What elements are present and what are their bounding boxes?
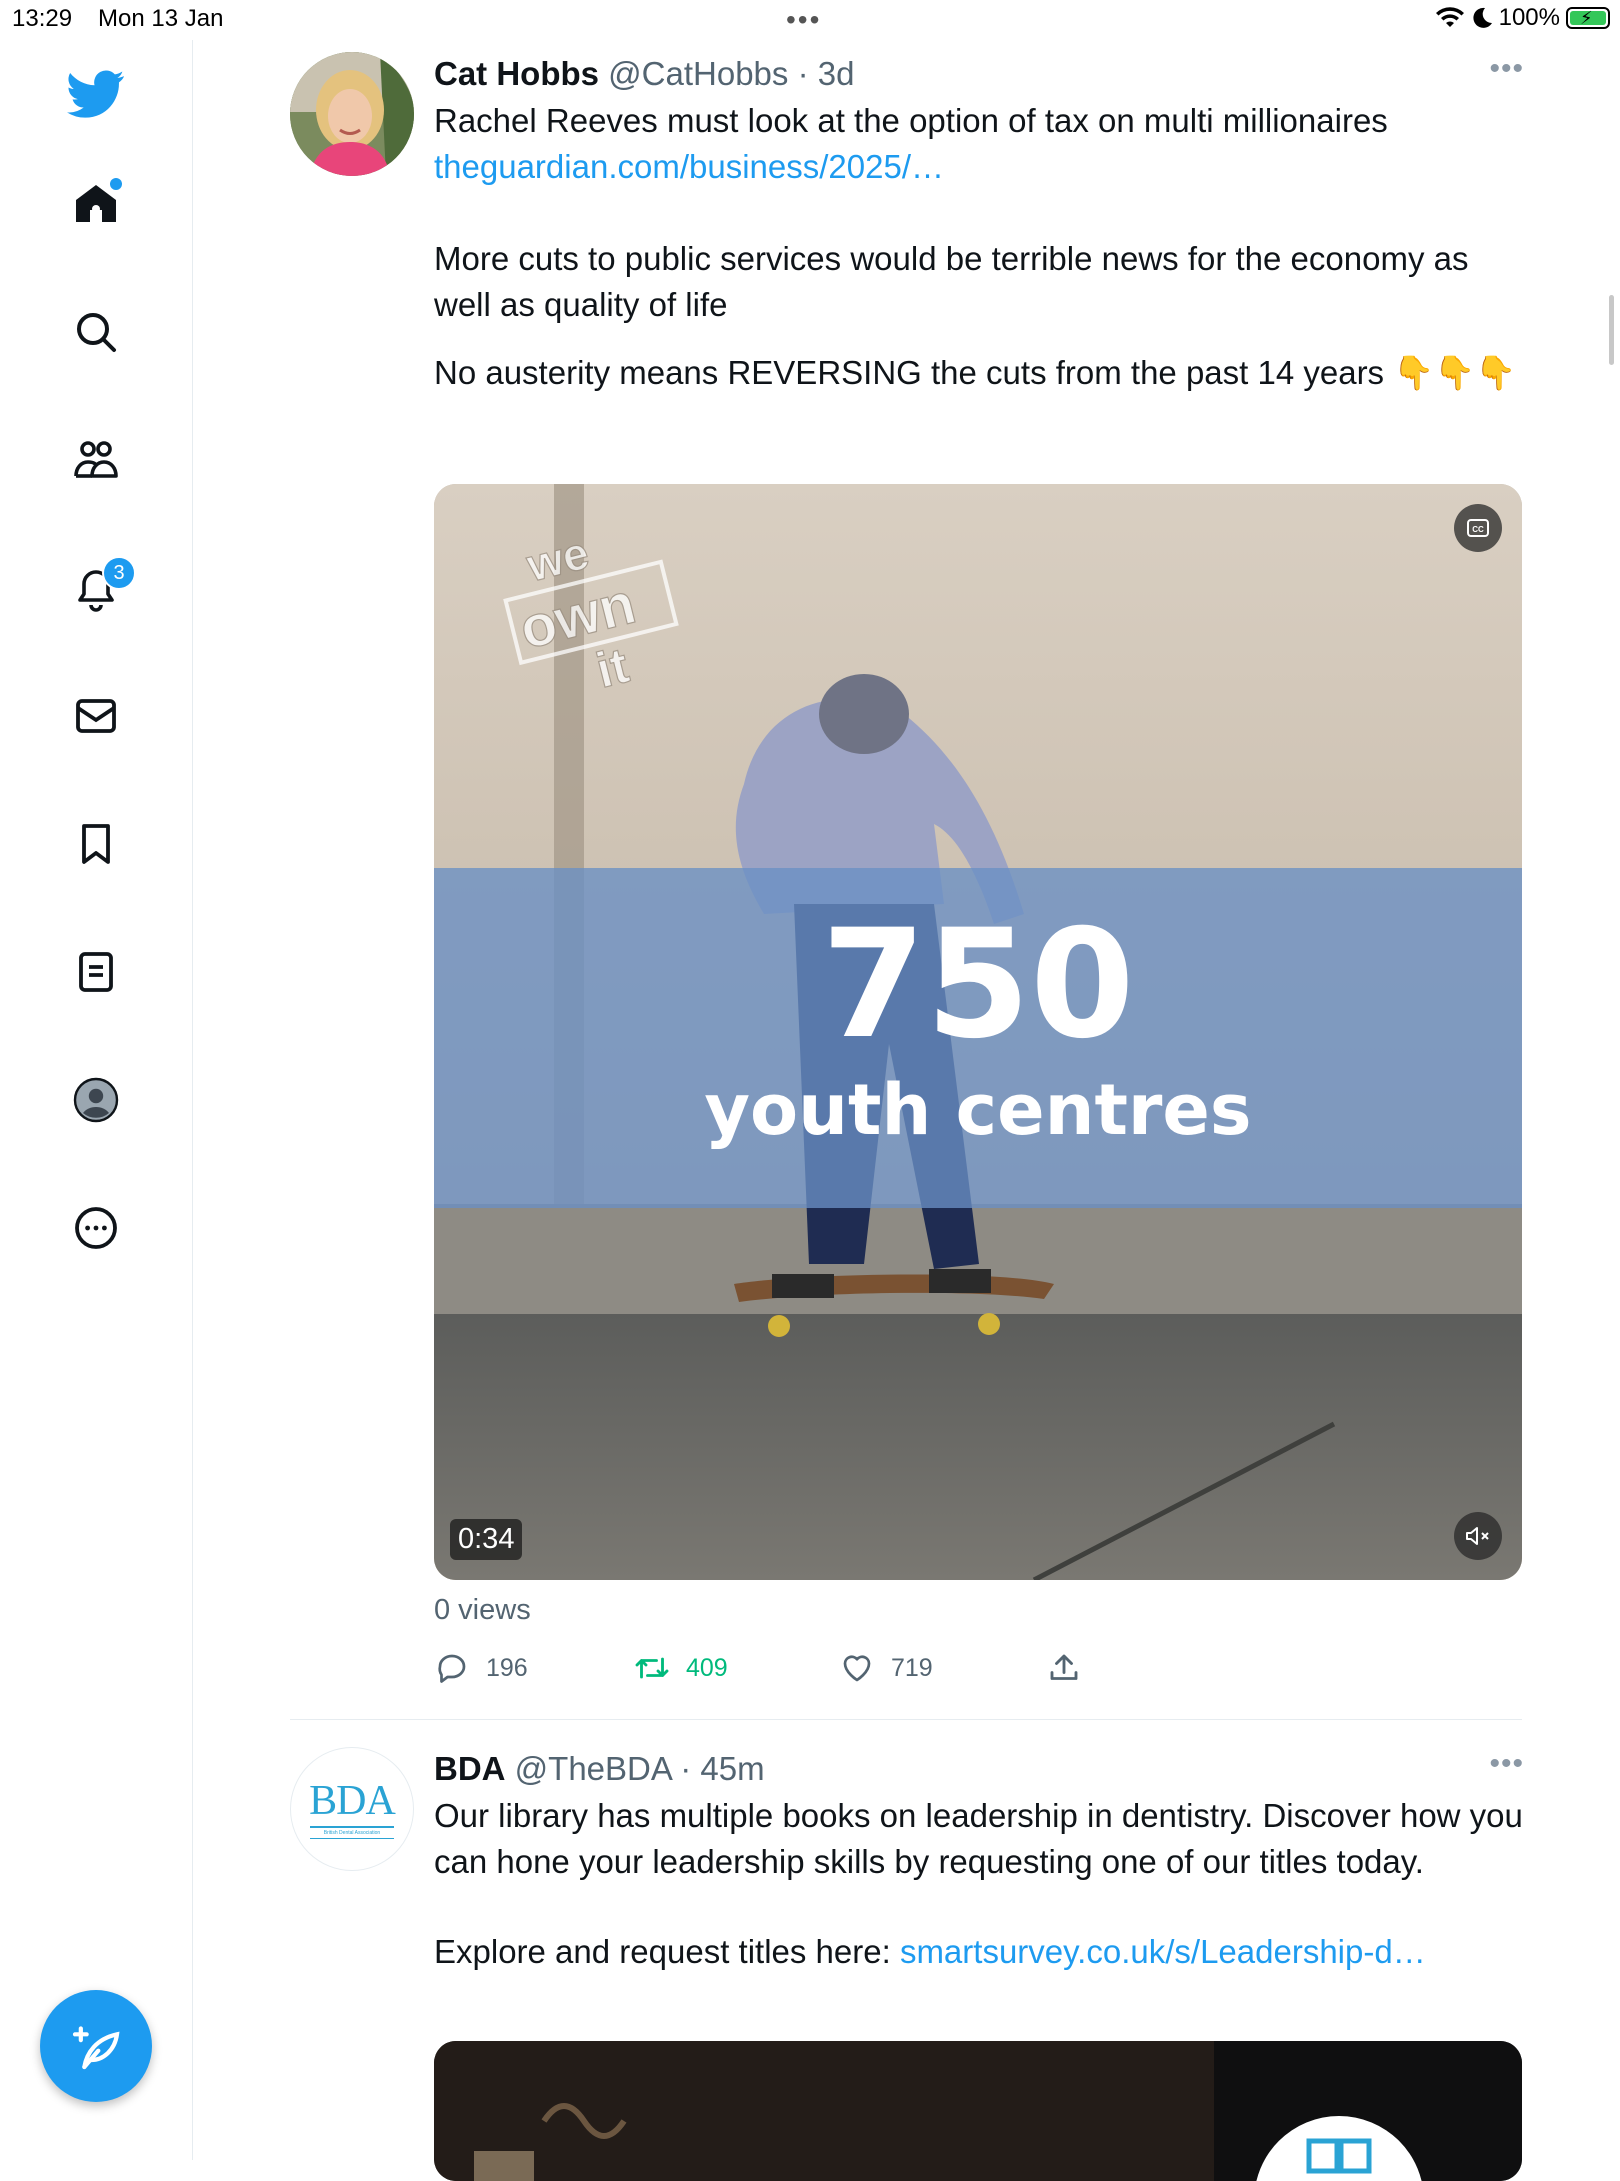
more-circle-icon (75, 1207, 117, 1249)
author-name[interactable]: BDA (434, 1750, 506, 1787)
retweet-icon (635, 1657, 669, 1679)
tweet-cat-hobbs[interactable]: Cat Hobbs @CatHobbs · 3d ••• Rachel Reev… (290, 52, 1524, 1712)
people-icon (74, 441, 118, 478)
status-right: 100% ⚡ (1435, 4, 1610, 32)
like-button[interactable]: 719 (839, 1650, 933, 1686)
status-time: 13:29 (12, 5, 73, 32)
retweet-button[interactable]: 409 (634, 1650, 728, 1686)
pointing-down-emoji-icon: 👇👇👇 (1393, 354, 1517, 391)
tweet-header: Cat Hobbs @CatHobbs · 3d (434, 52, 1524, 96)
avatar-cat-hobbs[interactable] (290, 52, 414, 176)
closed-caption-icon[interactable]: CC (1454, 504, 1502, 552)
tweet-content: BDA @TheBDA · 45m ••• Our library has mu… (434, 1747, 1524, 2181)
tweet-text-line1: Rachel Reeves must look at the option of… (434, 102, 1388, 139)
bda-logo-text: BDA (309, 1777, 396, 1824)
sidebar-item-lists[interactable] (70, 946, 122, 998)
image-preview-frame (434, 2041, 1522, 2181)
like-count: 719 (891, 1653, 933, 1682)
share-button[interactable] (1046, 1650, 1082, 1686)
tweet-link[interactable]: theguardian.com/business/2025/… (434, 144, 1524, 190)
retweet-count: 409 (686, 1653, 728, 1682)
avatar-bda[interactable]: BDA British Dental Association (290, 1747, 414, 1871)
sidebar-item-messages[interactable] (70, 690, 122, 742)
compose-feather-icon (72, 2026, 120, 2070)
list-icon (79, 952, 113, 992)
reply-count: 196 (486, 1653, 528, 1682)
tweet-time[interactable]: · 45m (680, 1750, 764, 1787)
author-handle[interactable]: @TheBDA (515, 1750, 671, 1787)
status-bar: 13:29 Mon 13 Jan ••• 100% ⚡ (0, 0, 1620, 40)
sidebar-item-home[interactable] (70, 178, 122, 230)
tweet-text: Our library has multiple books on leader… (434, 1797, 1523, 1880)
tweet-content: Cat Hobbs @CatHobbs · 3d ••• Rachel Reev… (434, 52, 1524, 1683)
sidebar: 3 (0, 40, 193, 2160)
tweet-divider (290, 1719, 1522, 1720)
battery-icon: ⚡ (1566, 7, 1610, 29)
muted-speaker-icon[interactable] (1454, 1512, 1502, 1560)
video-frame: we own it 750 youth centres (434, 484, 1522, 1580)
video-duration: 0:34 (450, 1519, 523, 1560)
tweet-time[interactable]: · 3d (798, 55, 855, 92)
more-options-icon[interactable]: ••• (1489, 52, 1524, 86)
tweet-text: Rachel Reeves must look at the option of… (434, 98, 1524, 396)
tweet-paragraph3: No austerity means REVERSING the cuts fr… (434, 350, 1524, 396)
tweet-link[interactable]: smartsurvey.co.uk/s/Leadership-d… (900, 1933, 1426, 1970)
sidebar-item-explore[interactable] (70, 306, 122, 358)
sidebar-item-more[interactable] (70, 1202, 122, 1254)
twitter-bird-logo-icon[interactable] (66, 64, 126, 124)
tweet-header: BDA @TheBDA · 45m (434, 1747, 1524, 1791)
sidebar-item-notifications[interactable]: 3 (70, 556, 136, 614)
heart-icon (843, 1655, 871, 1682)
author-name[interactable]: Cat Hobbs (434, 55, 599, 92)
author-handle[interactable]: @CatHobbs (608, 55, 788, 92)
reply-button[interactable]: 196 (434, 1650, 528, 1686)
view-count: 0 views (434, 1594, 531, 1626)
more-options-icon[interactable]: ••• (1489, 1747, 1524, 1781)
notification-count-badge: 3 (102, 556, 136, 590)
tweet-bda[interactable]: BDA British Dental Association BDA @TheB… (290, 1747, 1524, 2181)
sidebar-item-profile[interactable] (70, 1074, 122, 1126)
tweet-video[interactable]: we own it 750 youth centres CC 0:34 (434, 484, 1522, 1580)
envelope-icon (76, 699, 116, 733)
sidebar-item-communities[interactable] (70, 434, 122, 486)
video-big-number: 750 (821, 898, 1134, 1072)
bda-logo-subtitle: British Dental Association (323, 1829, 381, 1836)
bookmark-icon (82, 824, 110, 864)
wifi-icon (1435, 7, 1464, 28)
multitasking-dots-icon[interactable]: ••• (786, 6, 821, 34)
tweet-paragraph2: More cuts to public services would be te… (434, 240, 1469, 323)
moon-icon (1473, 7, 1492, 28)
compose-tweet-button[interactable] (40, 1990, 152, 2102)
tweet-paragraph3-text: No austerity means REVERSING the cuts fr… (434, 354, 1394, 391)
profile-icon (73, 1077, 119, 1123)
home-unread-dot (110, 178, 122, 190)
svg-text:CC: CC (1472, 525, 1484, 534)
sidebar-item-bookmarks[interactable] (70, 818, 122, 870)
explore-prefix: Explore and request titles here: (434, 1933, 900, 1970)
share-icon (1050, 1654, 1078, 1680)
reply-icon (438, 1654, 466, 1683)
video-caption: youth centres (704, 1069, 1251, 1151)
tweet-image-preview[interactable] (434, 2041, 1522, 2181)
tweet-actions: 196 409 719 (434, 1650, 1522, 1700)
tweet-explore-line: Explore and request titles here: smartsu… (434, 1929, 1524, 1975)
status-date: Mon 13 Jan (98, 5, 224, 32)
battery-percent: 100% (1498, 4, 1560, 31)
feed-scrollbar[interactable] (1609, 295, 1614, 365)
search-icon (77, 313, 116, 352)
